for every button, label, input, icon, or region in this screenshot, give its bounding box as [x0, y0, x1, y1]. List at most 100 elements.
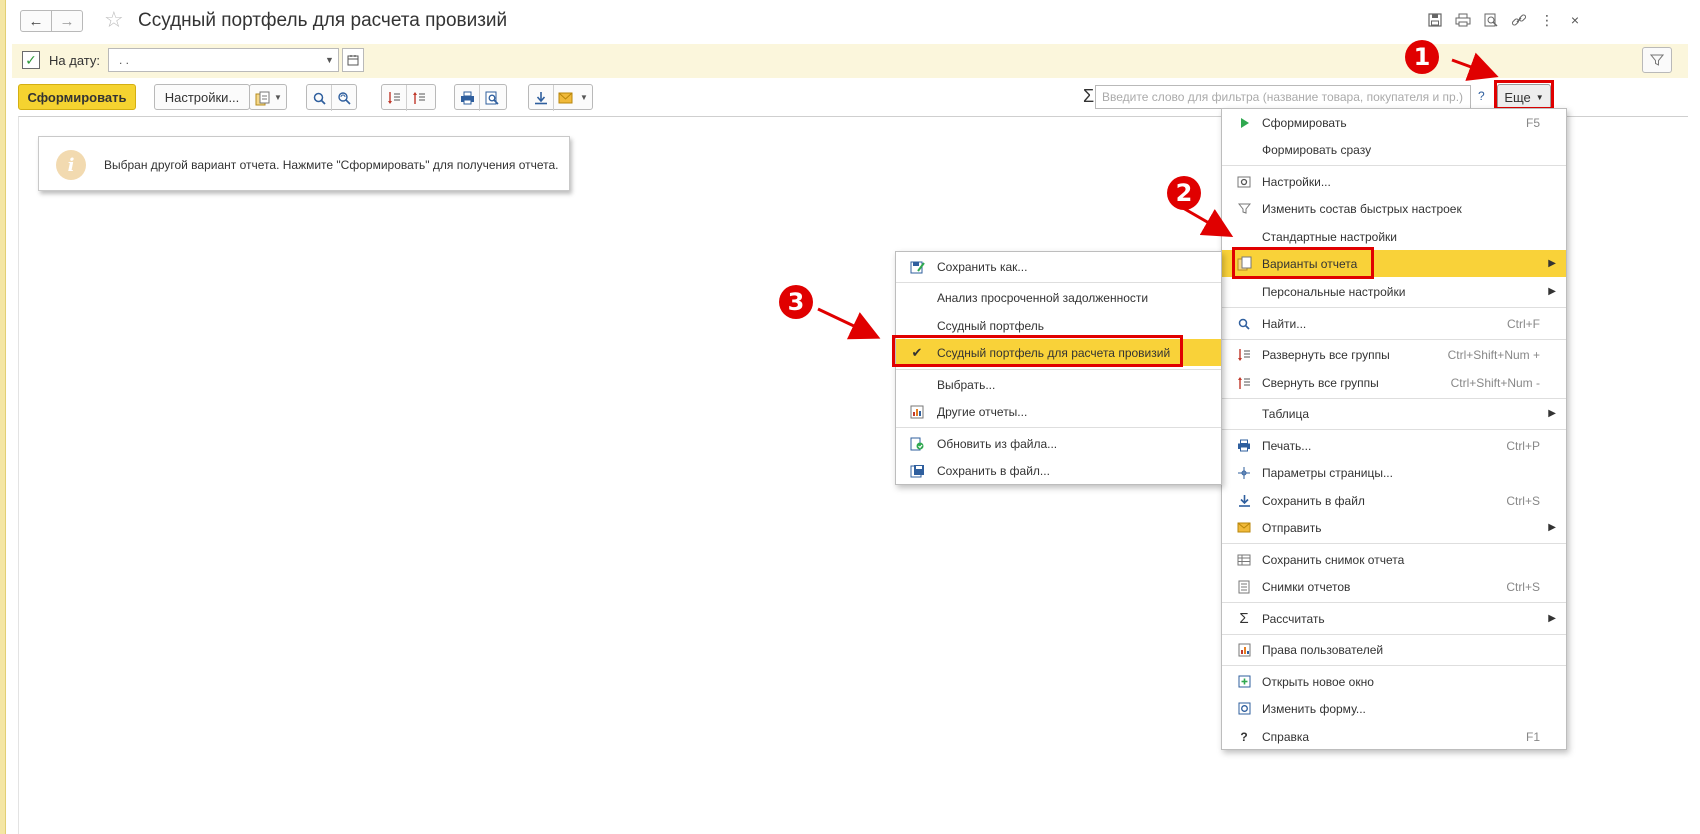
print-group	[454, 84, 507, 111]
window-title: Ссудный портфель для расчета провизий	[138, 10, 508, 31]
chevron-down-icon[interactable]: ▼	[577, 85, 591, 109]
menu-item-new-window[interactable]: Открыть новое окно	[1222, 668, 1566, 695]
info-message: i Выбран другой вариант отчета. Нажмите …	[38, 136, 570, 191]
menu-item-generate-immediately[interactable]: Формировать сразу	[1222, 136, 1566, 163]
search-input[interactable]: Введите слово для фильтра (название това…	[1095, 85, 1471, 109]
variant-item-loan-portfolio[interactable]: Ссудный портфель	[896, 312, 1221, 339]
settings-icon	[1236, 174, 1252, 190]
search-icon	[1236, 316, 1252, 332]
menu-item-personal-settings[interactable]: Персональные настройки ▶	[1222, 278, 1566, 305]
date-dropdown-icon[interactable]: ▼	[321, 48, 339, 72]
more-actions-icon[interactable]: ⋮	[1538, 11, 1556, 29]
back-arrow-icon[interactable]: ←	[20, 10, 52, 32]
menu-separator	[1222, 602, 1566, 603]
report-variants-submenu: Сохранить как... Анализ просроченной зад…	[895, 251, 1222, 485]
save-as-icon	[909, 259, 925, 275]
download-icon	[1236, 493, 1252, 509]
variant-item-update-from-file[interactable]: Обновить из файла...	[896, 430, 1221, 457]
filter-funnel-button[interactable]	[1642, 47, 1672, 73]
user-rights-icon	[1236, 642, 1252, 658]
menu-item-standard-settings[interactable]: Стандартные настройки	[1222, 223, 1566, 250]
variant-item-choose[interactable]: Выбрать...	[896, 371, 1221, 398]
variant-item-save-as[interactable]: Сохранить как...	[896, 253, 1221, 280]
window-left-edge	[0, 0, 6, 834]
menu-item-settings[interactable]: Настройки...	[1222, 168, 1566, 195]
search-group	[306, 84, 357, 111]
other-reports-icon	[909, 404, 925, 420]
info-icon: i	[56, 150, 86, 180]
variant-item-save-to-file[interactable]: Сохранить в файл...	[896, 457, 1221, 484]
expand-groups-icon	[1236, 347, 1252, 363]
close-icon[interactable]: ×	[1566, 11, 1584, 29]
menu-item-report-variants[interactable]: Варианты отчета ▶	[1222, 250, 1566, 277]
preview-icon[interactable]	[1482, 11, 1500, 29]
print-icon[interactable]	[455, 85, 479, 111]
more-button-label: Еще	[1504, 89, 1531, 105]
search-icon[interactable]	[307, 85, 331, 111]
calendar-icon[interactable]	[342, 48, 364, 72]
menu-item-generate[interactable]: Сформировать F5	[1222, 109, 1566, 136]
mail-icon[interactable]	[553, 85, 577, 111]
menu-item-save-snapshot[interactable]: Сохранить снимок отчета	[1222, 546, 1566, 573]
menu-item-table[interactable]: Таблица ▶	[1222, 400, 1566, 427]
mail-icon	[1236, 520, 1252, 536]
title-bar: ← → ☆ Ссудный портфель для расчета прови…	[6, 0, 1700, 40]
edit-form-icon	[1236, 701, 1252, 717]
menu-item-edit-form[interactable]: Изменить форму...	[1222, 695, 1566, 722]
variant-item-overdue-analysis[interactable]: Анализ просроченной задолженности	[896, 284, 1221, 311]
menu-item-send[interactable]: Отправить ▶	[1222, 514, 1566, 541]
sigma-icon: Σ	[1239, 610, 1249, 627]
annotation-badge: 2	[1167, 176, 1201, 210]
menu-separator	[1222, 543, 1566, 544]
menu-item-page-setup[interactable]: Параметры страницы...	[1222, 459, 1566, 486]
search-again-icon[interactable]	[331, 85, 355, 111]
report-variants-icon	[1236, 256, 1252, 272]
menu-separator	[1222, 398, 1566, 399]
favorite-star-icon[interactable]: ☆	[104, 8, 124, 32]
menu-item-user-rights[interactable]: Права пользователей	[1222, 636, 1566, 663]
menu-item-snapshots[interactable]: Снимки отчетов Ctrl+S	[1222, 573, 1566, 600]
update-from-file-icon	[909, 436, 925, 452]
chevron-down-icon: ▼	[274, 92, 282, 102]
submenu-arrow-icon: ▶	[1548, 613, 1556, 624]
menu-item-find[interactable]: Найти... Ctrl+F	[1222, 310, 1566, 337]
annotation-badge: 3	[779, 285, 813, 319]
annotation-badge: 1	[1405, 40, 1439, 74]
filter-icon	[1236, 201, 1252, 217]
date-input[interactable]: . .	[108, 48, 322, 72]
preview-icon[interactable]	[479, 85, 503, 111]
download-icon[interactable]	[529, 85, 553, 111]
variant-item-other-reports[interactable]: Другие отчеты...	[896, 398, 1221, 425]
link-icon[interactable]	[1510, 11, 1528, 29]
date-checkbox[interactable]: ✓	[22, 51, 40, 69]
forward-arrow-icon[interactable]: →	[51, 10, 83, 32]
variant-item-loan-portfolio-provisions[interactable]: ✔ Ссудный портфель для расчета провизий	[896, 339, 1221, 366]
menu-separator	[1222, 165, 1566, 166]
submenu-arrow-icon: ▶	[1548, 522, 1556, 533]
menu-item-help[interactable]: ? Справка F1	[1222, 723, 1566, 750]
menu-item-print[interactable]: Печать... Ctrl+P	[1222, 432, 1566, 459]
generate-button[interactable]: Сформировать	[18, 84, 136, 110]
sigma-icon[interactable]: Σ	[1083, 86, 1094, 107]
more-menu: Сформировать F5 Формировать сразу Настро…	[1221, 108, 1567, 750]
menu-separator	[1222, 339, 1566, 340]
search-help-icon[interactable]: ?	[1478, 89, 1485, 103]
menu-item-calculate[interactable]: Σ Рассчитать ▶	[1222, 605, 1566, 632]
menu-separator	[1222, 634, 1566, 635]
submenu-arrow-icon: ▶	[1548, 286, 1556, 297]
variants-dropdown-button[interactable]: ▼	[249, 84, 287, 110]
menu-item-expand-groups[interactable]: Развернуть все группы Ctrl+Shift+Num +	[1222, 341, 1566, 368]
print-icon	[1236, 438, 1252, 454]
save-icon[interactable]	[1426, 11, 1444, 29]
expand-groups-icon[interactable]	[382, 85, 406, 111]
check-icon: ✔	[911, 344, 923, 360]
settings-button[interactable]: Настройки...	[154, 84, 250, 110]
collapse-groups-icon[interactable]	[406, 85, 430, 111]
print-icon[interactable]	[1454, 11, 1472, 29]
more-button[interactable]: Еще ▼	[1497, 84, 1551, 110]
menu-item-collapse-groups[interactable]: Свернуть все группы Ctrl+Shift+Num -	[1222, 369, 1566, 396]
menu-item-save-to-file[interactable]: Сохранить в файл Ctrl+S	[1222, 487, 1566, 514]
menu-item-quick-settings[interactable]: Изменить состав быстрых настроек	[1222, 195, 1566, 222]
submenu-arrow-icon: ▶	[1548, 408, 1556, 419]
submenu-arrow-icon: ▶	[1548, 258, 1556, 269]
